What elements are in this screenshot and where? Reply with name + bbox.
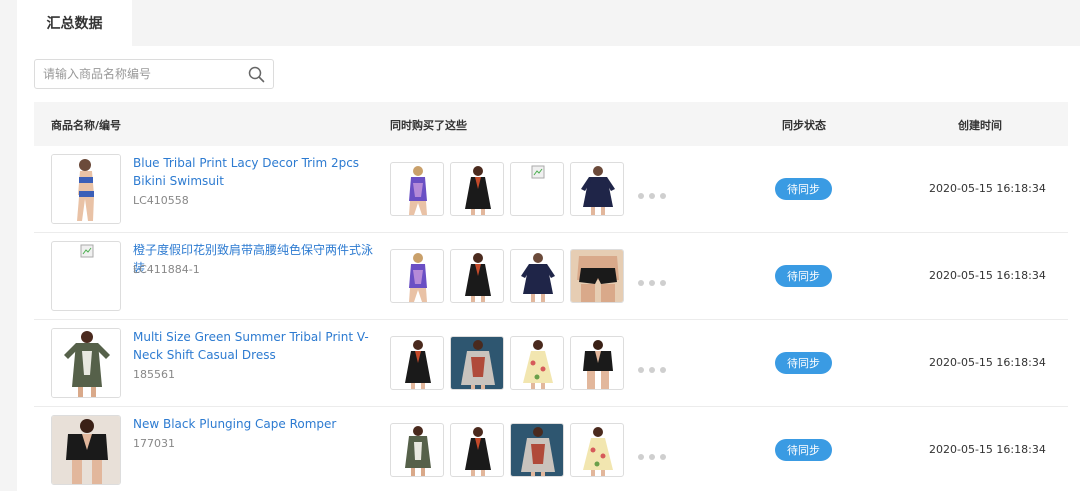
thumb-printed-coverup[interactable] bbox=[510, 423, 564, 477]
thumb-black-romper[interactable] bbox=[570, 336, 624, 390]
header-product: 商品名称/编号 bbox=[51, 119, 122, 132]
header-created-time: 创建时间 bbox=[958, 119, 1002, 132]
broken-image-icon bbox=[531, 165, 545, 179]
page: 汇总数据 商品名称/编号 同时购买了这些 同步状态 创建时间 bbox=[0, 0, 1080, 491]
created-time: 2020-05-15 16:18:34 bbox=[929, 443, 1046, 456]
created-time: 2020-05-15 16:18:34 bbox=[929, 182, 1046, 195]
broken-image-icon bbox=[80, 244, 94, 258]
thumb-broken-image[interactable] bbox=[510, 162, 564, 216]
thumb-printed-coverup[interactable] bbox=[450, 336, 504, 390]
table-row: Blue Tribal Print Lacy Decor Trim 2pcs B… bbox=[34, 146, 1068, 233]
thumb-black-swimdress[interactable] bbox=[390, 336, 444, 390]
search-box bbox=[34, 59, 274, 89]
product-code: 185561 bbox=[133, 368, 175, 381]
product-image[interactable] bbox=[51, 328, 121, 398]
header-also-bought: 同时购买了这些 bbox=[390, 119, 467, 132]
thumb-black-shorts[interactable] bbox=[570, 249, 624, 303]
thumb-black-swimdress[interactable] bbox=[450, 162, 504, 216]
product-title-link[interactable]: New Black Plunging Cape Romper bbox=[133, 415, 373, 433]
table-row: Multi Size Green Summer Tribal Print V-N… bbox=[34, 320, 1068, 407]
bikini-model-image bbox=[52, 155, 120, 223]
search-input[interactable] bbox=[43, 60, 243, 88]
more-dots-icon[interactable] bbox=[638, 271, 672, 286]
table-header: 商品名称/编号 同时购买了这些 同步状态 创建时间 bbox=[34, 102, 1068, 146]
header-sync-status: 同步状态 bbox=[782, 119, 826, 132]
table-row: 橙子度假印花别致肩带高腰纯色保守两件式泳装 LC411884-1 待同步 202… bbox=[34, 233, 1068, 320]
sync-status-badge[interactable]: 待同步 bbox=[775, 178, 832, 200]
product-image[interactable] bbox=[51, 415, 121, 485]
thumb-tribal-swimsuit[interactable] bbox=[390, 162, 444, 216]
sync-status-badge[interactable]: 待同步 bbox=[775, 265, 832, 287]
main-panel: 商品名称/编号 同时购买了这些 同步状态 创建时间 Blue Tribal Pr… bbox=[17, 46, 1080, 491]
thumb-navy-dress[interactable] bbox=[570, 162, 624, 216]
sync-status-badge[interactable]: 待同步 bbox=[775, 439, 832, 461]
thumb-black-swimdress[interactable] bbox=[450, 423, 504, 477]
more-dots-icon[interactable] bbox=[638, 445, 672, 460]
product-image[interactable] bbox=[51, 154, 121, 224]
search-icon[interactable] bbox=[248, 66, 265, 83]
sync-status-badge[interactable]: 待同步 bbox=[775, 352, 832, 374]
thumb-tribal-swimsuit[interactable] bbox=[390, 249, 444, 303]
product-code: LC411884-1 bbox=[133, 263, 200, 276]
created-time: 2020-05-15 16:18:34 bbox=[929, 269, 1046, 282]
thumb-black-swimdress[interactable] bbox=[450, 249, 504, 303]
table-row: New Black Plunging Cape Romper 177031 待同… bbox=[34, 407, 1068, 491]
green-dress-image bbox=[52, 329, 120, 397]
product-code: 177031 bbox=[133, 437, 175, 450]
tab-bar: 汇总数据 bbox=[0, 0, 1080, 46]
thumb-green-dress[interactable] bbox=[390, 423, 444, 477]
more-dots-icon[interactable] bbox=[638, 184, 672, 199]
product-image[interactable] bbox=[51, 241, 121, 311]
thumb-floral-dress[interactable] bbox=[570, 423, 624, 477]
tab-summary-data[interactable]: 汇总数据 bbox=[17, 0, 132, 46]
product-title-link[interactable]: Blue Tribal Print Lacy Decor Trim 2pcs B… bbox=[133, 154, 373, 190]
black-romper-image bbox=[52, 416, 120, 484]
created-time: 2020-05-15 16:18:34 bbox=[929, 356, 1046, 369]
thumb-navy-dress[interactable] bbox=[510, 249, 564, 303]
product-title-link[interactable]: Multi Size Green Summer Tribal Print V-N… bbox=[133, 328, 373, 364]
more-dots-icon[interactable] bbox=[638, 358, 672, 373]
product-code: LC410558 bbox=[133, 194, 189, 207]
thumb-floral-dress[interactable] bbox=[510, 336, 564, 390]
